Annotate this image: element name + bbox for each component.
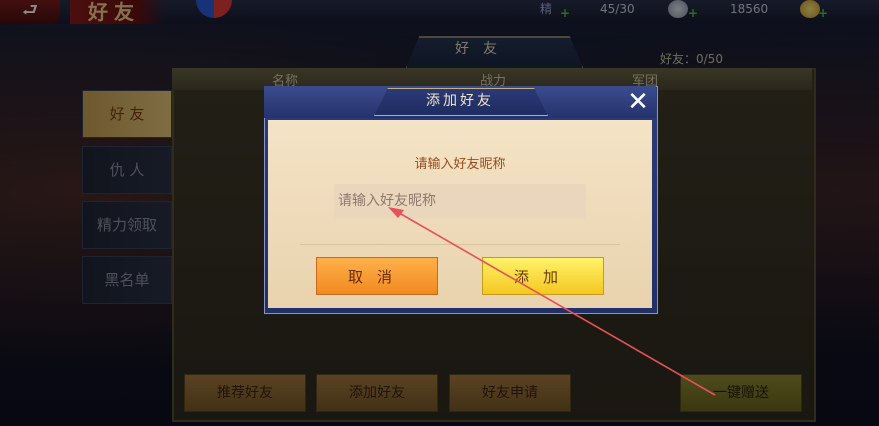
annotation-arrow-head [388, 207, 404, 218]
annotation-arrow [388, 207, 716, 396]
annotation-arrow-line [393, 209, 716, 396]
